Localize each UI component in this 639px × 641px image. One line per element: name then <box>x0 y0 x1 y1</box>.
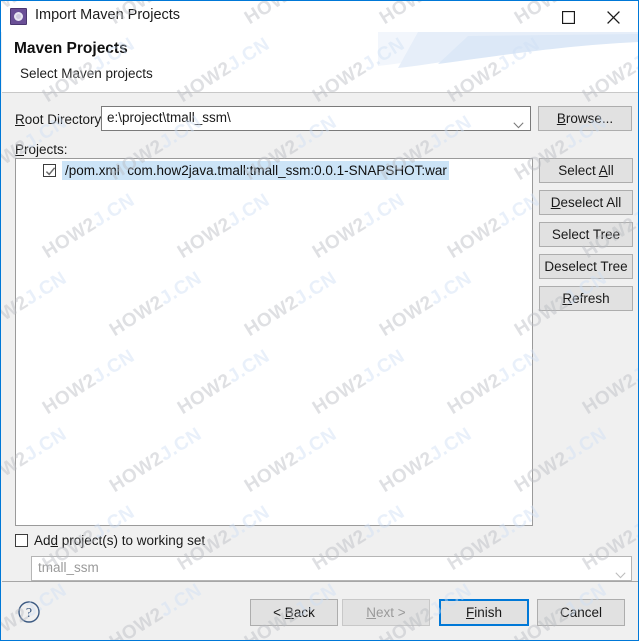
browse-button[interactable]: Browse... <box>538 106 632 131</box>
svg-text:?: ? <box>26 606 32 621</box>
refresh-button[interactable]: Refresh <box>539 286 633 311</box>
finish-button[interactable]: Finish <box>439 599 529 626</box>
close-icon[interactable] <box>591 1 636 32</box>
select-all-button[interactable]: Select All <box>539 158 633 183</box>
page-title: Maven Projects <box>14 40 128 57</box>
root-directory-value: e:\project\tmall_ssm\ <box>107 110 231 125</box>
list-item[interactable]: /pom.xml com.how2java.tmall:tmall_ssm:0.… <box>17 160 532 180</box>
projects-list[interactable]: /pom.xml com.how2java.tmall:tmall_ssm:0.… <box>15 158 533 526</box>
dialog-footer: ? < Back Next > Finish Cancel <box>2 581 638 640</box>
window-title: Import Maven Projects <box>35 7 181 23</box>
deselect-tree-button[interactable]: Deselect Tree <box>539 254 633 279</box>
header-banner-graphic <box>378 32 638 74</box>
add-to-working-set-label: Add project(s) to working set <box>34 533 206 548</box>
root-directory-label: Root Directory: <box>15 112 106 127</box>
project-checkbox[interactable] <box>43 163 56 177</box>
project-coordinates: com.how2java.tmall:tmall_ssm:0.0.1-SNAPS… <box>127 162 447 178</box>
add-to-working-set-checkbox[interactable] <box>15 534 28 547</box>
root-directory-input[interactable]: e:\project\tmall_ssm\ <box>101 106 531 131</box>
next-button: Next > <box>342 599 430 626</box>
project-pom-path: /pom.xml <box>65 162 120 178</box>
page-subtitle: Select Maven projects <box>20 66 153 81</box>
project-item-label: /pom.xml com.how2java.tmall:tmall_ssm:0.… <box>62 160 449 180</box>
dialog-body: Root Directory: e:\project\tmall_ssm\ Br… <box>2 93 638 610</box>
title-bar: Import Maven Projects <box>1 1 638 32</box>
back-button[interactable]: < Back <box>250 599 338 626</box>
working-set-value: tmall_ssm <box>38 560 99 575</box>
deselect-all-button[interactable]: Deselect All <box>539 190 633 215</box>
add-to-working-set-row[interactable]: Add project(s) to working set <box>15 533 205 548</box>
maven-import-icon <box>10 8 27 25</box>
projects-label: Projects: <box>15 142 68 157</box>
select-tree-button[interactable]: Select Tree <box>539 222 633 247</box>
cancel-button[interactable]: Cancel <box>537 599 625 626</box>
chevron-down-icon[interactable] <box>513 116 524 134</box>
maximize-icon[interactable] <box>546 1 591 32</box>
dialog-header: Maven Projects Select Maven projects <box>2 32 638 93</box>
working-set-combo: tmall_ssm <box>31 556 632 581</box>
import-maven-projects-dialog: Import Maven Projects Maven Projects Sel… <box>0 0 639 641</box>
help-question-icon[interactable]: ? <box>18 601 40 623</box>
